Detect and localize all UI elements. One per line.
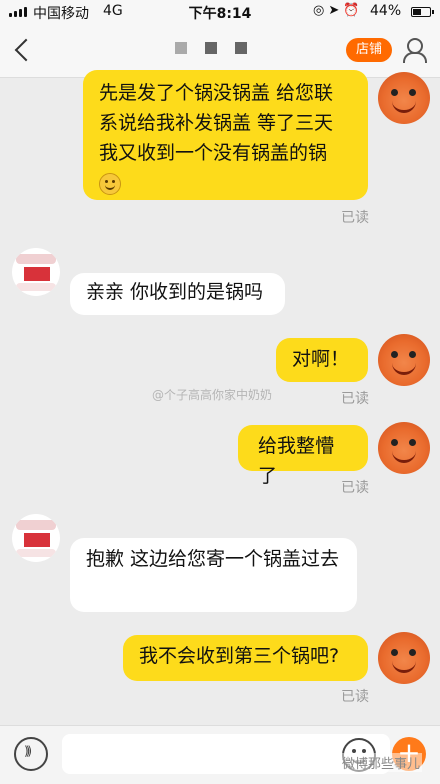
- status-icons: ◎➤⏰: [313, 3, 364, 18]
- message-bubble-out: 我不会收到第三个锅吧?: [123, 635, 368, 681]
- seller-avatar[interactable]: [12, 514, 60, 562]
- message-text: 抱歉 这边给您寄一个锅盖过去: [86, 548, 340, 570]
- profile-settings-icon[interactable]: [402, 37, 428, 63]
- message-bubble-in: 抱歉 这边给您寄一个锅盖过去: [70, 538, 357, 612]
- voice-input-icon[interactable]: [14, 737, 48, 771]
- message-text: 先是发了个锅没锅盖 给您联系说给我补发锅盖 等了三天我又收到一个没有锅盖的锅: [99, 82, 334, 164]
- back-icon[interactable]: [12, 38, 34, 62]
- message-text: 给我整懵了: [258, 435, 335, 487]
- footer-watermark: 微博那些事儿: [340, 753, 423, 772]
- read-receipt: 已读: [341, 480, 369, 496]
- message-bubble-out: 先是发了个锅没锅盖 给您联系说给我补发锅盖 等了三天我又收到一个没有锅盖的锅: [83, 70, 368, 200]
- message-bubble-out: 对啊！: [276, 338, 368, 382]
- weibo-watermark: @个子高高你家中奶奶: [152, 388, 273, 402]
- status-bar: 中国移动 4G 下午8:14 ◎➤⏰ 44%: [0, 0, 440, 24]
- chat-title-blurred: [175, 42, 247, 54]
- read-receipt: 已读: [341, 689, 369, 705]
- smile-emoji-icon: [99, 172, 121, 195]
- read-receipt: 已读: [341, 391, 369, 407]
- read-receipt: 已读: [341, 210, 369, 226]
- seller-avatar[interactable]: [12, 248, 60, 296]
- shop-button[interactable]: 店铺: [346, 38, 392, 62]
- user-avatar[interactable]: [378, 72, 430, 124]
- message-text: 亲亲 你收到的是锅吗: [86, 281, 264, 303]
- user-avatar[interactable]: [378, 632, 430, 684]
- message-text: 我不会收到第三个锅吧?: [139, 645, 340, 667]
- battery-icon: [411, 7, 434, 17]
- message-text: 对啊！: [292, 348, 350, 370]
- user-avatar[interactable]: [378, 334, 430, 386]
- battery-percent: 44%: [370, 3, 402, 19]
- message-bubble-out: 给我整懵了: [238, 425, 368, 487]
- user-avatar[interactable]: [378, 422, 430, 474]
- message-bubble-in: 亲亲 你收到的是锅吗: [70, 273, 285, 315]
